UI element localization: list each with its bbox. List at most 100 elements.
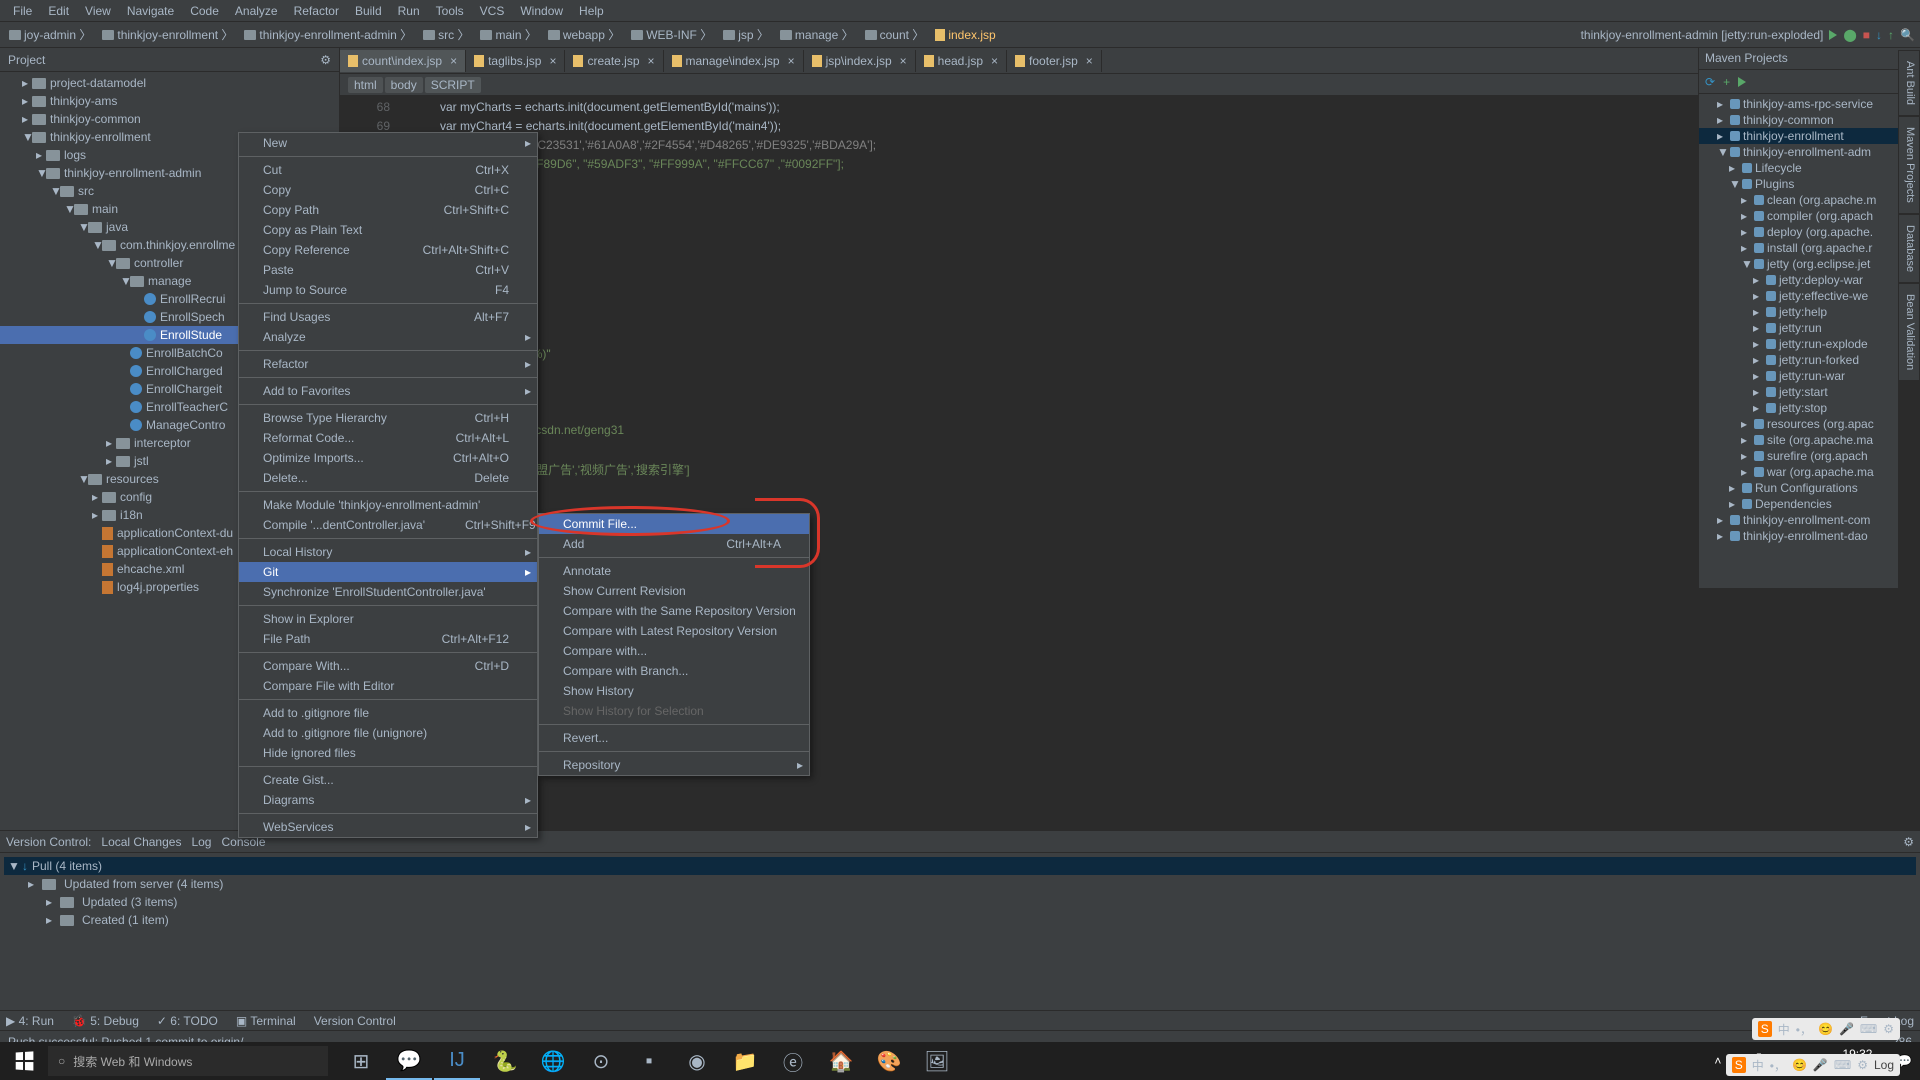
menu-item[interactable]: Copy ReferenceCtrl+Alt+Shift+C: [239, 240, 537, 260]
structure-breadcrumb[interactable]: htmlbodySCRIPT: [340, 74, 1920, 96]
breadcrumb-item[interactable]: joy-admin 〉: [5, 25, 95, 44]
paint-icon[interactable]: 🎨: [866, 1042, 912, 1080]
maven-node[interactable]: ▸resources (org.apac: [1699, 416, 1898, 432]
menu-item[interactable]: Compare With...Ctrl+D: [239, 656, 537, 676]
close-icon[interactable]: ×: [991, 54, 998, 68]
editor-tabs[interactable]: count\index.jsp×taglibs.jsp×create.jsp×m…: [340, 48, 1920, 74]
vcs-update-icon[interactable]: ↓: [1876, 28, 1882, 42]
breadcrumb-item[interactable]: thinkjoy-enrollment-admin 〉: [240, 25, 416, 44]
refresh-icon[interactable]: ⟳: [1705, 75, 1715, 89]
menu-code[interactable]: Code: [182, 2, 227, 20]
maven-node[interactable]: ▼thinkjoy-enrollment-adm: [1699, 144, 1898, 160]
editor-tab[interactable]: manage\index.jsp×: [664, 50, 804, 72]
menu-item[interactable]: Annotate: [539, 561, 809, 581]
maven-node[interactable]: ▸jetty:run-war: [1699, 368, 1898, 384]
breadcrumb-item[interactable]: main 〉: [476, 25, 540, 44]
task-view-icon[interactable]: ⊞: [338, 1042, 384, 1080]
maven-node[interactable]: ▸jetty:run-forked: [1699, 352, 1898, 368]
menu-item[interactable]: Commit File...: [539, 514, 809, 534]
ime-emoji-icon[interactable]: 😊: [1818, 1022, 1833, 1036]
git-submenu[interactable]: Commit File...AddCtrl+Alt+AAnnotateShow …: [538, 513, 810, 776]
maven-toolbar[interactable]: ⟳ +: [1699, 70, 1898, 94]
explorer-icon[interactable]: 📁: [722, 1042, 768, 1080]
menu-run[interactable]: Run: [390, 2, 428, 20]
maven-node[interactable]: ▸jetty:run-explode: [1699, 336, 1898, 352]
ime-voice-icon[interactable]: 🎤: [1839, 1022, 1854, 1036]
menu-item[interactable]: Local History: [239, 542, 537, 562]
maven-node[interactable]: ▸thinkjoy-enrollment-dao: [1699, 528, 1898, 544]
breadcrumb-item[interactable]: WEB-INF 〉: [627, 25, 716, 44]
close-icon[interactable]: ×: [450, 54, 457, 68]
menu-item[interactable]: Compare with Branch...: [539, 661, 809, 681]
editor-tab[interactable]: jsp\index.jsp×: [804, 50, 916, 72]
ime-toolbar-2[interactable]: S 中 •， 😊 🎤 ⌨ ⚙ Log: [1726, 1054, 1900, 1076]
menu-item[interactable]: PasteCtrl+V: [239, 260, 537, 280]
360-browser-icon[interactable]: ⊙: [578, 1042, 624, 1080]
menu-item[interactable]: Compare with the Same Repository Version: [539, 601, 809, 621]
menu-item[interactable]: Browse Type HierarchyCtrl+H: [239, 408, 537, 428]
menu-item[interactable]: Compare with...: [539, 641, 809, 661]
menu-item[interactable]: Copy PathCtrl+Shift+C: [239, 200, 537, 220]
maven-node[interactable]: ▸thinkjoy-enrollment: [1699, 128, 1898, 144]
maven-node[interactable]: ▸deploy (org.apache.: [1699, 224, 1898, 240]
ime-toolbar[interactable]: S 中 •， 😊 🎤 ⌨ ⚙: [1752, 1018, 1900, 1040]
menu-analyze[interactable]: Analyze: [227, 2, 286, 20]
panel-settings-icon[interactable]: ⚙: [1903, 835, 1914, 849]
menu-item[interactable]: Find UsagesAlt+F7: [239, 307, 537, 327]
run-icon[interactable]: [1829, 30, 1837, 40]
editor-tab[interactable]: head.jsp×: [916, 50, 1007, 72]
project-settings-icon[interactable]: ⚙: [320, 53, 331, 67]
menu-item[interactable]: Compile '...dentController.java'Ctrl+Shi…: [239, 515, 537, 535]
run-maven-icon[interactable]: [1738, 77, 1746, 87]
tab-terminal[interactable]: ▣ Terminal: [236, 1014, 296, 1028]
maven-node[interactable]: ▸clean (org.apache.m: [1699, 192, 1898, 208]
tab-todo[interactable]: ✓ 6: TODO: [157, 1014, 218, 1028]
breadcrumb-item[interactable]: webapp 〉: [544, 25, 624, 44]
maven-node[interactable]: ▸jetty:start: [1699, 384, 1898, 400]
ime-keyboard-icon[interactable]: ⌨: [1860, 1022, 1877, 1036]
maven-node[interactable]: ▸site (org.apache.ma: [1699, 432, 1898, 448]
app-icon[interactable]: 🏠: [818, 1042, 864, 1080]
ime-voice-icon[interactable]: 🎤: [1813, 1058, 1828, 1072]
menu-item[interactable]: Revert...: [539, 728, 809, 748]
menu-item[interactable]: Hide ignored files: [239, 743, 537, 763]
menu-help[interactable]: Help: [571, 2, 612, 20]
editor-tab[interactable]: count\index.jsp×: [340, 50, 466, 72]
menu-item[interactable]: Compare with Latest Repository Version: [539, 621, 809, 641]
ime-emoji-icon[interactable]: 😊: [1792, 1058, 1807, 1072]
vcs-commit-icon[interactable]: ↑: [1888, 28, 1894, 42]
search-icon[interactable]: 🔍: [1900, 28, 1915, 42]
breadcrumb-item[interactable]: jsp 〉: [719, 25, 773, 44]
maven-node[interactable]: ▸Run Configurations: [1699, 480, 1898, 496]
vc-tree-item[interactable]: ▸Created (1 item): [4, 911, 1916, 929]
breadcrumb-item[interactable]: manage 〉: [776, 25, 858, 44]
browser-icon[interactable]: 🌐: [530, 1042, 576, 1080]
maven-tree[interactable]: ▸thinkjoy-ams-rpc-service▸thinkjoy-commo…: [1699, 94, 1898, 546]
ime-settings-icon[interactable]: ⚙: [1857, 1058, 1868, 1072]
menu-item[interactable]: Optimize Imports...Ctrl+Alt+O: [239, 448, 537, 468]
maven-node[interactable]: ▸compiler (org.apach: [1699, 208, 1898, 224]
breadcrumb-item[interactable]: index.jsp: [931, 27, 999, 43]
maven-node[interactable]: ▸war (org.apache.ma: [1699, 464, 1898, 480]
menu-item[interactable]: Show History for Selection: [539, 701, 809, 721]
menu-tools[interactable]: Tools: [428, 2, 472, 20]
maven-node[interactable]: ▸Dependencies: [1699, 496, 1898, 512]
menu-item[interactable]: Copy as Plain Text: [239, 220, 537, 240]
menu-item[interactable]: File PathCtrl+Alt+F12: [239, 629, 537, 649]
maven-node[interactable]: ▸thinkjoy-common: [1699, 112, 1898, 128]
maven-node[interactable]: ▼Plugins: [1699, 176, 1898, 192]
menu-item[interactable]: Show History: [539, 681, 809, 701]
menu-item[interactable]: WebServices: [239, 817, 537, 837]
ime-keyboard-icon[interactable]: ⌨: [1834, 1058, 1851, 1072]
cmd-icon[interactable]: ▪: [626, 1042, 672, 1080]
maven-node[interactable]: ▸jetty:deploy-war: [1699, 272, 1898, 288]
tree-node[interactable]: ▸thinkjoy-common: [0, 110, 339, 128]
tree-node[interactable]: ▸project-datamodel: [0, 74, 339, 92]
close-icon[interactable]: ×: [788, 54, 795, 68]
editor-tab[interactable]: footer.jsp×: [1007, 50, 1102, 72]
ime-lang-icon[interactable]: 中: [1752, 1057, 1764, 1074]
structure-crumb[interactable]: html: [348, 77, 383, 93]
ime-punct-icon[interactable]: •，: [1796, 1021, 1812, 1038]
menu-vcs[interactable]: VCS: [472, 2, 513, 20]
maven-node[interactable]: ▸thinkjoy-ams-rpc-service: [1699, 96, 1898, 112]
